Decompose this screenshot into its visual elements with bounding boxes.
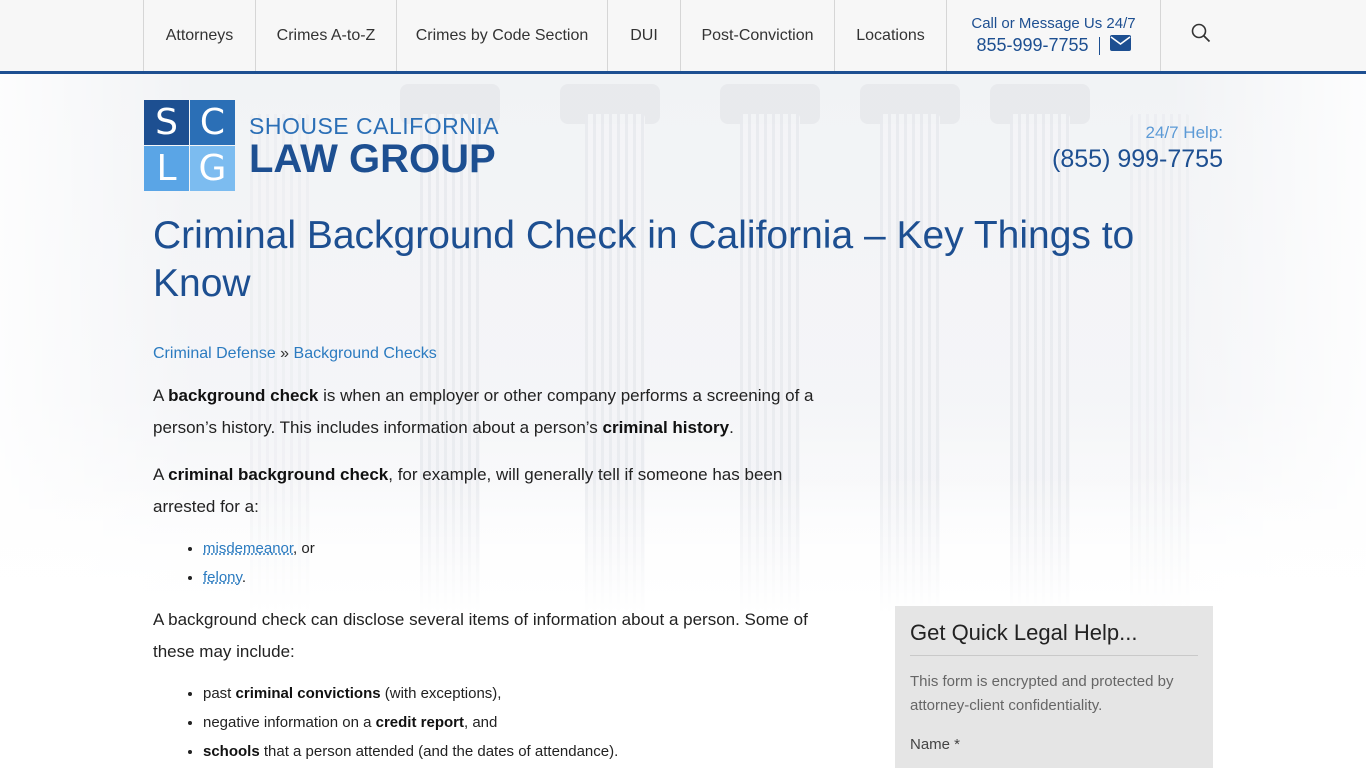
logo-wordmark: SHOUSE CALIFORNIA LAW GROUP xyxy=(249,113,499,179)
call-label: Call or Message Us 24/7 xyxy=(971,15,1136,32)
logo-letter-g: G xyxy=(190,146,235,191)
logo-letter-c: C xyxy=(190,100,235,145)
top-navigation: Attorneys Crimes A-to-Z Crimes by Code S… xyxy=(0,0,1366,74)
breadcrumb: Criminal Defense » Background Checks xyxy=(153,345,437,363)
paragraph-1: A background check is when an employer o… xyxy=(153,386,814,437)
list-item: felony. xyxy=(203,563,843,592)
nav-menu: Attorneys Crimes A-to-Z Crimes by Code S… xyxy=(143,0,1241,71)
misdemeanor-link[interactable]: misdemeanor xyxy=(203,540,293,557)
list-item: negative information on a credit report,… xyxy=(203,708,843,737)
disclosure-list: past criminal convictions (with exceptio… xyxy=(153,679,843,766)
felony-link[interactable]: felony xyxy=(203,569,242,586)
breadcrumb-separator: » xyxy=(280,345,290,362)
search-button[interactable] xyxy=(1160,0,1241,71)
logo-line-2: LAW GROUP xyxy=(249,136,496,181)
nav-item-crimes-by-code-section[interactable]: Crimes by Code Section xyxy=(396,0,607,71)
nav-item-locations[interactable]: Locations xyxy=(834,0,946,71)
list-item: schools that a person attended (and the … xyxy=(203,737,843,766)
call-row: 855-999-7755 xyxy=(976,35,1131,56)
list-item: past criminal convictions (with exceptio… xyxy=(203,679,843,708)
help-phone-link[interactable]: (855) 999-7755 xyxy=(1052,145,1223,174)
logo-letter-s: S xyxy=(144,100,189,145)
site-logo[interactable]: S C L G SHOUSE CALIFORNIA LAW GROUP xyxy=(144,100,499,191)
offense-list: misdemeanor, or felony. xyxy=(153,534,843,592)
article-body: A background check is when an employer o… xyxy=(153,380,843,778)
nav-item-attorneys[interactable]: Attorneys xyxy=(143,0,255,71)
paragraph-3: A background check can disclose several … xyxy=(153,610,808,661)
quick-help-form: Get Quick Legal Help... This form is enc… xyxy=(895,606,1213,768)
nav-item-crimes-a-to-z[interactable]: Crimes A-to-Z xyxy=(255,0,396,71)
help-phone-block: 24/7 Help: (855) 999-7755 xyxy=(1052,123,1223,174)
search-icon xyxy=(1191,23,1211,48)
logo-line-1: SHOUSE CALIFORNIA xyxy=(249,112,500,139)
list-item: misdemeanor, or xyxy=(203,534,843,563)
nav-call-us: Call or Message Us 24/7 855-999-7755 xyxy=(946,0,1160,71)
page-title: Criminal Background Check in California … xyxy=(153,214,1135,305)
form-confidentiality-note: This form is encrypted and protected by … xyxy=(910,673,1174,714)
call-phone-link[interactable]: 855-999-7755 xyxy=(976,35,1088,56)
breadcrumb-criminal-defense[interactable]: Criminal Defense xyxy=(153,345,276,362)
nav-item-dui[interactable]: DUI xyxy=(607,0,680,71)
name-field-label: Name * xyxy=(910,736,961,753)
call-divider xyxy=(1098,36,1100,55)
breadcrumb-background-checks[interactable]: Background Checks xyxy=(294,345,437,362)
help-label: 24/7 Help: xyxy=(1145,123,1224,142)
logo-mark: S C L G xyxy=(144,100,235,191)
paragraph-2: A criminal background check, for example… xyxy=(153,465,783,516)
envelope-icon[interactable] xyxy=(1109,35,1131,56)
form-title: Get Quick Legal Help... xyxy=(910,620,1198,656)
nav-item-post-conviction[interactable]: Post-Conviction xyxy=(680,0,834,71)
logo-letter-l: L xyxy=(144,146,189,191)
